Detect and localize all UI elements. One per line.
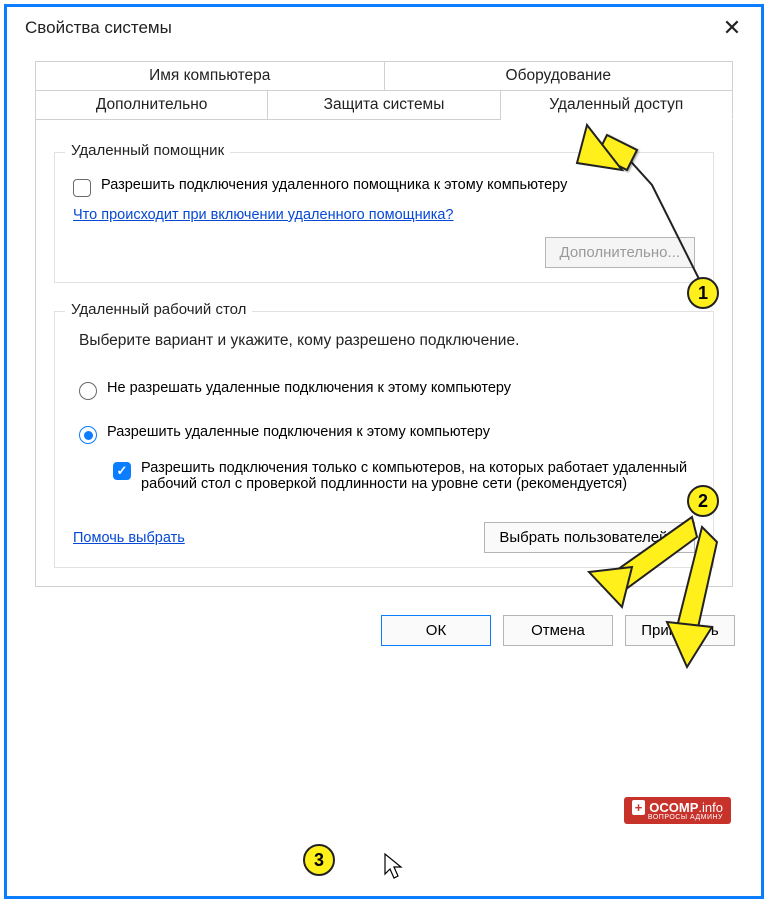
annotation-badge-1: 1 xyxy=(687,277,719,309)
annotation-badge-2: 2 xyxy=(687,485,719,517)
watermark: +OCOMP.info ВОПРОСЫ АДМИНУ xyxy=(624,797,731,824)
window-title: Свойства системы xyxy=(25,18,172,38)
close-icon[interactable]: ✕ xyxy=(717,15,747,41)
radio-allow-connections-label: Разрешить удаленные подключения к этому … xyxy=(107,424,490,440)
group-remote-desktop: Удаленный рабочий стол Выберите вариант … xyxy=(54,311,714,568)
desktop-description: Выберите вариант и укажите, кому разреше… xyxy=(79,332,695,350)
checkbox-nla-label: Разрешить подключения только с компьютер… xyxy=(141,460,695,492)
link-help-choose[interactable]: Помочь выбрать xyxy=(73,530,185,546)
radio-allow-connections[interactable] xyxy=(79,426,97,444)
select-users-button[interactable]: Выбрать пользователей... xyxy=(484,522,695,553)
group-title-assistant: Удаленный помощник xyxy=(65,142,230,159)
radio-deny-connections-label: Не разрешать удаленные подключения к это… xyxy=(107,380,511,396)
tab-remote[interactable]: Удаленный доступ xyxy=(501,91,733,120)
link-assistant-help[interactable]: Что происходит при включении удаленного … xyxy=(73,207,454,223)
radio-deny-connections[interactable] xyxy=(79,382,97,400)
advanced-button[interactable]: Дополнительно... xyxy=(545,237,695,268)
cancel-button[interactable]: Отмена xyxy=(503,615,613,646)
checkbox-nla[interactable] xyxy=(113,462,131,480)
apply-button[interactable]: Применить xyxy=(625,615,735,646)
tab-hardware[interactable]: Оборудование xyxy=(385,61,734,91)
checkbox-allow-assistant-label: Разрешить подключения удаленного помощни… xyxy=(101,177,567,193)
group-remote-assistant: Удаленный помощник Разрешить подключения… xyxy=(54,152,714,283)
annotation-badge-3: 3 xyxy=(303,844,335,876)
ok-button[interactable]: ОК xyxy=(381,615,491,646)
tabs-container: Имя компьютера Оборудование Дополнительн… xyxy=(35,61,733,120)
tab-advanced[interactable]: Дополнительно xyxy=(35,91,268,120)
group-title-desktop: Удаленный рабочий стол xyxy=(65,301,252,318)
tab-computer-name[interactable]: Имя компьютера xyxy=(35,61,385,91)
checkbox-allow-assistant[interactable] xyxy=(73,179,91,197)
tab-system-protection[interactable]: Защита системы xyxy=(268,91,500,120)
